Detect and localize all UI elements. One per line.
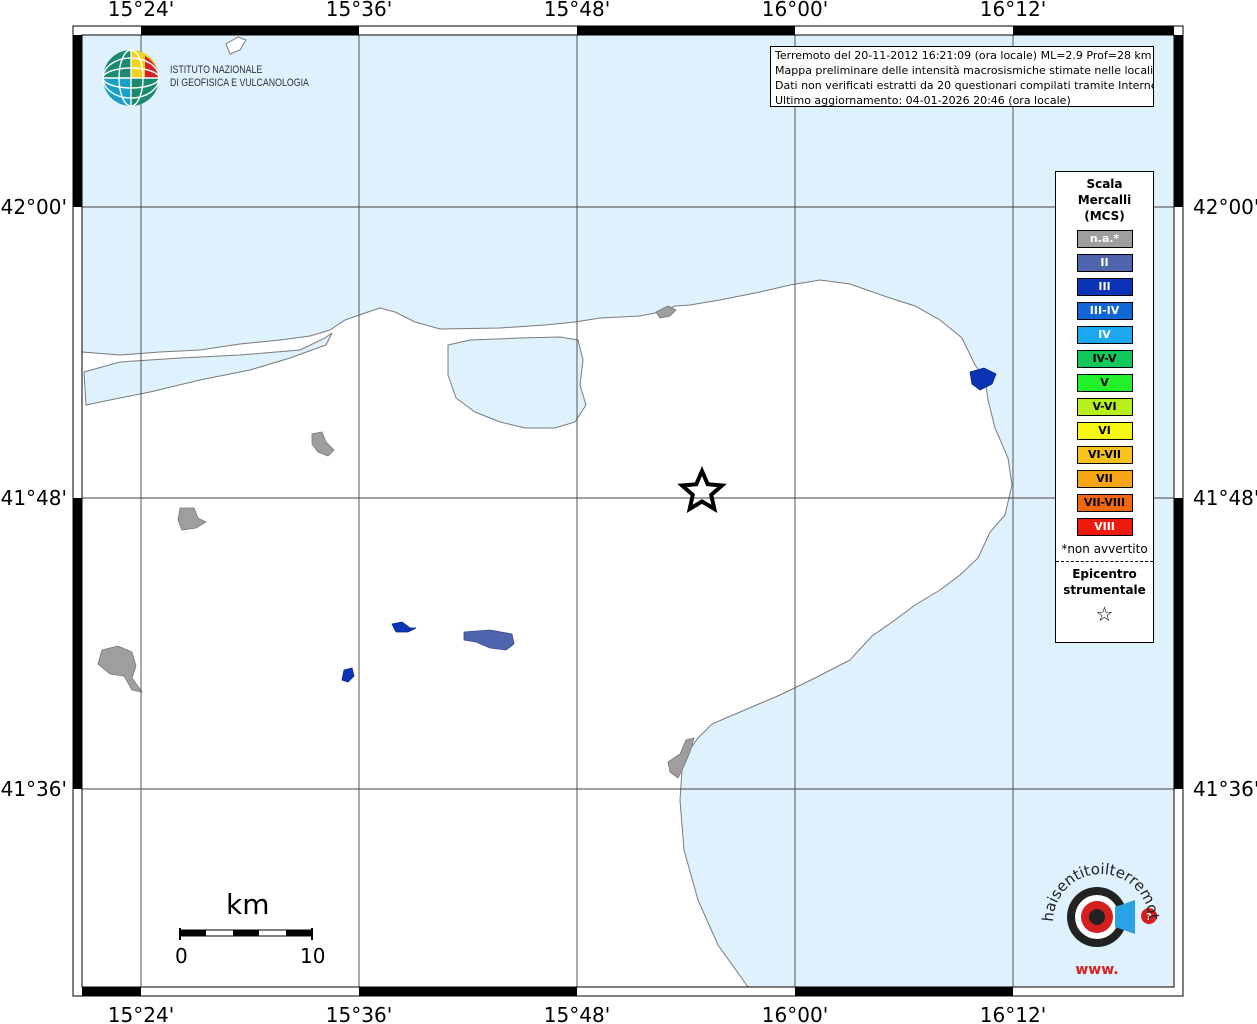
legend-swatch: V-VI	[1076, 398, 1133, 416]
legend-divider	[1056, 561, 1153, 562]
legend-title: Scala Mercalli (MCS)	[1056, 176, 1153, 224]
logo-line: DI GEOFISICA E VULCANOLOGIA	[170, 77, 309, 89]
legend-epicenter-label: Epicentro strumentale	[1056, 566, 1153, 598]
legend-swatch: VIII	[1076, 518, 1133, 536]
legend-swatch: VI	[1076, 422, 1133, 440]
lat-label-left: 41°36'	[1, 777, 67, 801]
ingv-logo-icon	[102, 49, 160, 107]
legend-title-line: Mercalli	[1077, 193, 1132, 207]
legend-swatch: IV	[1076, 326, 1133, 344]
legend-swatch: III-IV	[1076, 302, 1133, 320]
scale-unit: km	[226, 888, 270, 921]
info-line: Mappa preliminare delle intensità macros…	[775, 64, 1154, 77]
legend-swatch: III	[1076, 278, 1133, 296]
lon-label-top: 15°36'	[326, 0, 392, 21]
info-line: Terremoto del 20-11-2012 16:21:09 (ora l…	[775, 49, 1152, 62]
legend-swatch: V	[1076, 374, 1133, 392]
lon-label-top: 15°48'	[544, 0, 610, 21]
scale-max-label: 10	[300, 944, 326, 968]
haisentito-logo-icon: ? haisentitoilterremoto.it www.	[1035, 862, 1163, 978]
lon-label-bottom: 15°24'	[108, 1003, 174, 1024]
lon-label-bottom: 16°12'	[980, 1003, 1046, 1024]
legend-epicenter-line: strumentale	[1063, 583, 1146, 597]
legend-swatch: VII	[1076, 470, 1133, 488]
legend-items: n.a.* II III III-IV IV IV-V V V-VI VI VI-VII VII VI…	[1056, 230, 1153, 536]
lat-label-left: 41°48'	[1, 486, 67, 510]
info-line: Dati non verificati estratti da 20 quest…	[775, 79, 1154, 92]
lon-label-bottom: 16°00'	[762, 1003, 828, 1024]
lon-label-top: 16°12'	[980, 0, 1046, 21]
lat-label-left: 42°00'	[1, 195, 67, 219]
intensity-legend: Scala Mercalli (MCS) n.a.* II III III-IV IV I…	[1055, 171, 1154, 643]
lat-label-right: 41°48'	[1193, 486, 1257, 510]
scale-bar-graphic	[179, 928, 313, 940]
legend-swatch: II	[1076, 254, 1133, 272]
event-info-box: Terremoto del 20-11-2012 16:21:09 (ora l…	[770, 46, 1154, 107]
scale-bar: km 0 10	[175, 888, 325, 968]
legend-swatch: n.a.*	[1076, 230, 1133, 248]
legend-title-line: Scala	[1086, 177, 1123, 191]
lon-label-top: 15°24'	[108, 0, 174, 21]
legend-epicenter-line: Epicentro	[1072, 567, 1137, 581]
legend-star-icon: ☆	[1095, 602, 1114, 626]
hs-logo-prefix: www.	[1075, 962, 1118, 978]
lat-label-right: 41°36'	[1193, 777, 1257, 801]
lat-label-right: 42°00'	[1193, 195, 1257, 219]
lon-label-bottom: 15°48'	[544, 1003, 610, 1024]
legend-swatch: IV-V	[1076, 350, 1133, 368]
lon-label-bottom: 15°36'	[326, 1003, 392, 1024]
info-line: Ultimo aggiornamento: 04-01-2026 20:46 (…	[775, 94, 1071, 107]
legend-title-line: (MCS)	[1084, 209, 1125, 223]
scale-min-label: 0	[175, 944, 188, 968]
ingv-logo-text: ISTITUTO NAZIONALE DI GEOFISICA E VULCAN…	[170, 64, 309, 90]
legend-note: *non avvertito	[1061, 542, 1148, 556]
logo-line: ISTITUTO NAZIONALE	[170, 64, 263, 76]
lon-label-top: 16°00'	[762, 0, 828, 21]
legend-swatch: VI-VII	[1076, 446, 1133, 464]
legend-swatch: VII-VIII	[1076, 494, 1133, 512]
